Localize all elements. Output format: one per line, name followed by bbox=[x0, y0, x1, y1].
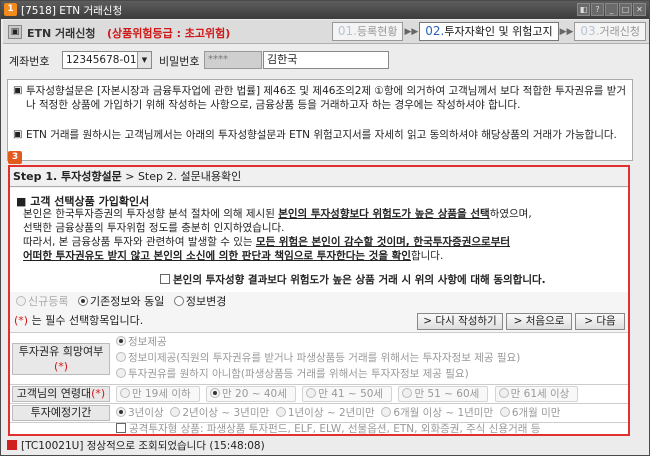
status-icon bbox=[7, 440, 17, 450]
required-note-bar: (*) 는 필수 선택항목입니다. > 다시 작성하기 > 처음으로 > 다음 bbox=[10, 312, 628, 331]
window-title: [7518] ETN 거래신청 bbox=[21, 5, 123, 17]
registration-options: 신규등록 기존정보와 동일 정보변경 bbox=[10, 293, 628, 311]
option-age-4[interactable]: 만 51 ~ 60세 bbox=[398, 386, 489, 402]
survey-panel: Step 1. 투자성향설문 > Step 2. 설문내용확인 ■ 고객 선택상… bbox=[8, 165, 630, 436]
consent-form: ■ 고객 선택상품 가입확인서 본인은 한국투자증권의 투자성향 분석 절차에 … bbox=[10, 188, 628, 292]
risk-grade: (상품위험등급 : 초고위험) bbox=[107, 27, 231, 40]
customer-name-field: 김한국 bbox=[263, 51, 389, 69]
checkbox-icon[interactable] bbox=[116, 423, 126, 433]
question-product-type: 공격투자형 상품: 파생상품 투자펀드, ELF, ELW, 선물옵션, ETN… bbox=[10, 422, 628, 434]
info-paragraph-2: ▣ ETN 거래를 원하시는 고객님께서는 아래의 투자성향설문과 ETN 위험고… bbox=[13, 129, 617, 141]
option-period-1[interactable]: 3년이상 bbox=[116, 407, 164, 419]
checkbox-icon[interactable] bbox=[160, 274, 170, 284]
question-age: 고객님의 연령대(*) 만 19세 이하 만 20 ~ 40세 만 41 ~ 5… bbox=[10, 384, 628, 403]
step-arrow-icon: ▶▶ bbox=[404, 26, 419, 37]
option-age-3[interactable]: 만 41 ~ 50세 bbox=[302, 386, 393, 402]
radio-change[interactable]: 정보변경 bbox=[173, 295, 226, 308]
radio-new[interactable]: 신규등록 bbox=[16, 295, 68, 308]
question-label: 투자예정기간 bbox=[12, 405, 110, 421]
status-message: [TC10021U] 정상적으로 조회되었습니다 (15:48:08) bbox=[21, 440, 265, 452]
section-number-badge: 3 bbox=[8, 151, 22, 164]
option-age-1[interactable]: 만 19세 이하 bbox=[116, 386, 200, 402]
close-icon[interactable]: ✕ bbox=[633, 3, 646, 16]
option-period-5[interactable]: 6개월 미만 bbox=[499, 407, 560, 419]
rewrite-button[interactable]: > 다시 작성하기 bbox=[417, 313, 503, 330]
step-indicator: 01.등록현황 ▶▶ 02.투자자확인 및 위험고지 ▶▶ 03.거래신청 bbox=[331, 22, 646, 41]
status-bar: [TC10021U] 정상적으로 조회되었습니다 (15:48:08) bbox=[3, 439, 647, 455]
option-period-4[interactable]: 6개월 이상 ~ 1년미만 bbox=[381, 407, 493, 419]
step-arrow-icon: ▶▶ bbox=[559, 26, 574, 37]
period-options: 3년이상 2년이상 ~ 3년미만 1년이상 ~ 2년미만 6개월 이상 ~ 1년… bbox=[116, 405, 560, 421]
pin-icon[interactable]: ◧ bbox=[577, 3, 590, 16]
option-info-decline[interactable]: 정보미제공(직원의 투자권유를 받거나 파생상품등 거래를 위해서는 투자자정보… bbox=[116, 350, 520, 366]
account-select[interactable]: 12345678-01 ▼ bbox=[62, 51, 152, 69]
consent-line-1: 본인은 한국투자증권의 투자성향 분석 절차에 의해 제시된 본인의 투자성향보… bbox=[23, 208, 532, 220]
question-period: 투자예정기간 3년이상 2년이상 ~ 3년미만 1년이상 ~ 2년미만 6개월 … bbox=[10, 403, 628, 422]
step-1[interactable]: 01.등록현황 bbox=[331, 22, 404, 41]
consent-line-3: 따라서, 본 금융상품 투자와 관련하여 발생할 수 있는 모든 위험은 본인이… bbox=[23, 236, 511, 248]
radio-existing[interactable]: 기존정보와 동일 bbox=[77, 295, 164, 308]
app-icon: 1 bbox=[4, 3, 17, 16]
option-period-2[interactable]: 2년이상 ~ 3년미만 bbox=[170, 407, 269, 419]
question-label: 투자권유 희망여부 (*) bbox=[12, 343, 110, 375]
next-button[interactable]: > 다음 bbox=[575, 313, 625, 330]
intent-options: 정보제공 정보미제공(직원의 투자권유를 받거나 파생상품등 거래를 위해서는 … bbox=[116, 334, 520, 382]
bullet-icon: ▣ bbox=[13, 129, 23, 140]
checkbox-icon[interactable]: ▣ bbox=[8, 25, 22, 39]
agree-checkbox[interactable]: 본인의 투자성향 결과보다 위험도가 높은 상품 거래 시 위의 사항에 대해 … bbox=[160, 272, 546, 287]
bullet-icon: ▣ bbox=[13, 85, 23, 96]
step-3[interactable]: 03.거래신청 bbox=[574, 22, 646, 41]
password-label: 비밀번호 bbox=[159, 55, 200, 68]
step-breadcrumb: Step 1. 투자성향설문 > Step 2. 설문내용확인 bbox=[10, 167, 628, 187]
option-period-3[interactable]: 1년이상 ~ 2년미만 bbox=[275, 407, 375, 419]
info-paragraph-1: ▣ 투자성향설문은 [자본시장과 금융투자업에 관한 법률] 제46조 및 제46… bbox=[13, 85, 627, 111]
account-label: 계좌번호 bbox=[9, 55, 50, 68]
title-bar: 1 [7518] ETN 거래신청 ◧ ? _ □ ✕ bbox=[1, 1, 649, 19]
age-options: 만 19세 이하 만 20 ~ 40세 만 41 ~ 50세 만 51 ~ 60… bbox=[116, 386, 581, 402]
chevron-down-icon[interactable]: ▼ bbox=[137, 52, 151, 68]
minimize-icon[interactable]: _ bbox=[605, 3, 618, 16]
option-age-5[interactable]: 만 61세 이상 bbox=[494, 386, 579, 402]
product-option[interactable]: 공격투자형 상품: 파생상품 투자펀드, ELF, ELW, 선물옵션, ETN… bbox=[116, 423, 540, 434]
consent-line-2: 선택한 금융상품의 투자위험 정도를 충분히 인지하였습니다. bbox=[23, 222, 285, 234]
password-field[interactable]: **** bbox=[204, 51, 262, 69]
question-intent: 투자권유 희망여부 (*) 정보제공 정보미제공(직원의 투자권유를 받거나 파생… bbox=[10, 332, 628, 384]
help-icon[interactable]: ? bbox=[591, 3, 604, 16]
option-no-advice[interactable]: 투자권유를 원하지 아니함(파생상품등 거래를 위해서는 투자자정보 제공 필요… bbox=[116, 366, 520, 382]
first-button[interactable]: > 처음으로 bbox=[506, 313, 572, 330]
consent-line-4: 어떠한 투자권유도 받지 않고 본인의 소신에 의한 판단과 책임으로 투자한다… bbox=[23, 250, 444, 262]
maximize-icon[interactable]: □ bbox=[619, 3, 632, 16]
option-age-2[interactable]: 만 20 ~ 40세 bbox=[206, 386, 296, 402]
window: 1 [7518] ETN 거래신청 ◧ ? _ □ ✕ ▣ ETN 거래신청 (… bbox=[0, 0, 650, 456]
info-panel: ▣ 투자성향설문은 [자본시장과 금융투자업에 관한 법률] 제46조 및 제46… bbox=[7, 79, 633, 161]
screen-name: ETN 거래신청 bbox=[27, 27, 96, 40]
question-label: 고객님의 연령대(*) bbox=[12, 386, 110, 402]
option-info-provide[interactable]: 정보제공 bbox=[116, 334, 520, 350]
account-bar: 계좌번호 12345678-01 ▼ 비밀번호 **** 김한국 bbox=[7, 49, 645, 73]
screen-header: ▣ ETN 거래신청 (상품위험등급 : 초고위험) 01.등록현황 ▶▶ 02… bbox=[3, 20, 649, 44]
step-2[interactable]: 02.투자자확인 및 위험고지 bbox=[419, 22, 559, 41]
